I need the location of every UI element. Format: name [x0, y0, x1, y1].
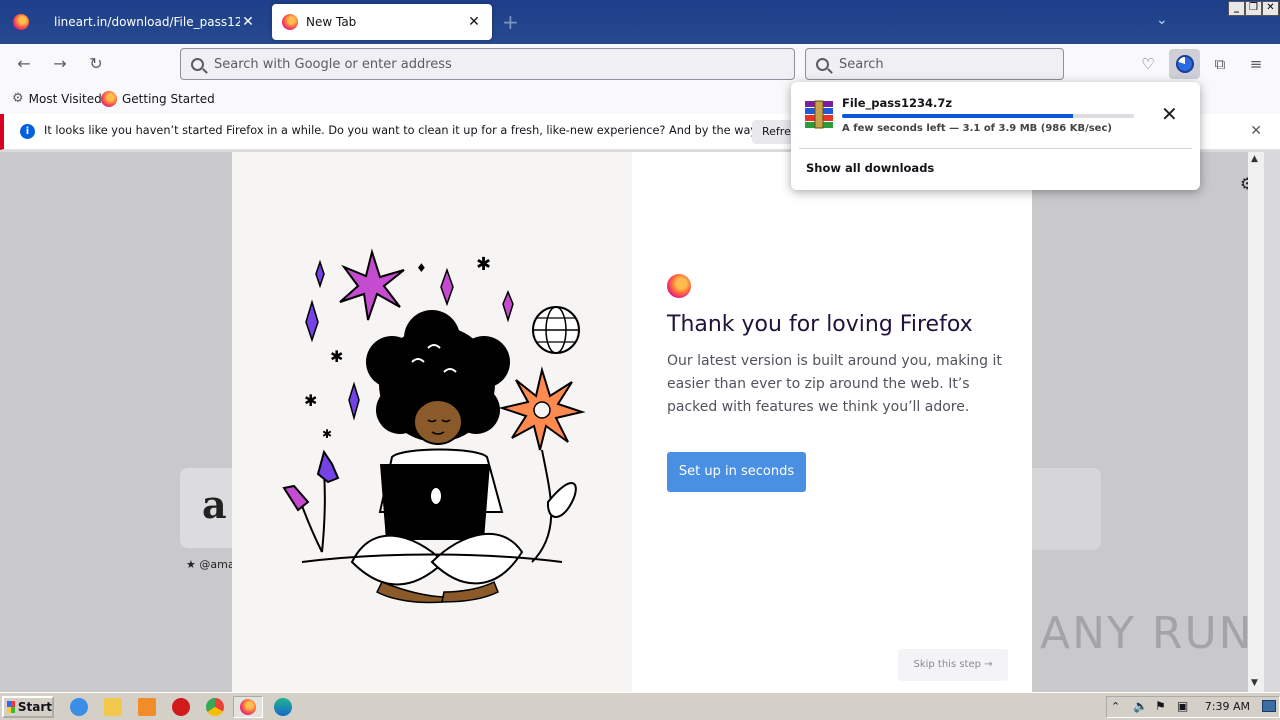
- edge-icon[interactable]: [274, 698, 292, 716]
- ie-icon[interactable]: [70, 698, 88, 716]
- show-desktop-icon[interactable]: [1262, 700, 1276, 712]
- tab-strip: lineart.in/download/File_pass1234.7z ✕ N…: [0, 0, 1280, 44]
- chrome-icon[interactable]: [206, 698, 224, 716]
- downloads-button[interactable]: [1169, 49, 1200, 79]
- show-all-downloads-button[interactable]: Show all downloads: [806, 161, 934, 175]
- download-status: A few seconds left — 3.1 of 3.9 MB (986 …: [842, 123, 1112, 134]
- reload-button[interactable]: ↻: [82, 52, 110, 76]
- modal-content: Thank you for loving Firefox Our latest …: [632, 152, 1032, 692]
- tab-download[interactable]: lineart.in/download/File_pass1234.7z ✕: [44, 4, 266, 40]
- start-label: Start: [17, 700, 52, 714]
- flag-icon[interactable]: ⚑: [1155, 699, 1166, 713]
- illustration: ✱ ✱ ✱ ✱ ♦: [232, 152, 632, 692]
- firefox-icon: [13, 14, 29, 30]
- amazon-icon: a: [202, 482, 227, 527]
- minimize-button[interactable]: _: [1228, 1, 1245, 16]
- divider: [799, 148, 1192, 149]
- topsite-tile[interactable]: a: [180, 468, 240, 548]
- tab-title: lineart.in/download/File_pass1234.7z: [54, 15, 240, 29]
- tray-expand-icon[interactable]: ⌃: [1111, 700, 1120, 713]
- download-progress-bar: [842, 114, 1134, 118]
- new-tab-button[interactable]: +: [502, 10, 519, 34]
- close-icon[interactable]: ✕: [1250, 123, 1262, 139]
- chevron-down-icon[interactable]: ⌄: [1156, 12, 1168, 28]
- extensions-icon[interactable]: ⧉: [1206, 50, 1234, 78]
- system-tray: ⌃ 🔈 ⚑ ▣: [1106, 696, 1280, 718]
- set-up-button[interactable]: Set up in seconds: [667, 452, 806, 492]
- download-progress-fill: [842, 114, 1073, 118]
- firefox-view-button[interactable]: [0, 0, 42, 44]
- firefox-icon: [282, 14, 298, 30]
- gear-icon: ⚙: [12, 91, 24, 106]
- pocket-icon[interactable]: ♡: [1134, 50, 1162, 78]
- svg-text:✱: ✱: [476, 254, 491, 275]
- windows-flag-icon: [7, 701, 15, 713]
- tab-new-tab[interactable]: New Tab ✕: [272, 4, 492, 40]
- network-icon[interactable]: ▣: [1177, 699, 1188, 713]
- onboarding-modal: ✱ ✱ ✱ ✱ ♦ Thank you for loving Firefox O…: [232, 152, 1032, 692]
- svg-text:♦: ♦: [416, 261, 427, 275]
- bookmark-getting-started[interactable]: Getting Started: [101, 91, 215, 107]
- bookmark-label: Getting Started: [122, 92, 215, 106]
- volume-icon[interactable]: 🔈: [1133, 699, 1148, 713]
- clock: 7:39 AM: [1204, 700, 1250, 713]
- start-button[interactable]: Start: [2, 696, 54, 718]
- close-icon[interactable]: ✕: [240, 14, 256, 30]
- svg-text:✱: ✱: [322, 427, 332, 441]
- back-button[interactable]: ←: [10, 52, 38, 76]
- download-filename[interactable]: File_pass1234.7z: [842, 96, 952, 110]
- bookmark-most-visited[interactable]: ⚙ Most Visited: [12, 91, 102, 106]
- firefox-taskbar-button[interactable]: [233, 696, 263, 718]
- url-bar[interactable]: Search with Google or enter address: [180, 48, 795, 80]
- navigation-toolbar: ← → ↻ Search with Google or enter addres…: [0, 44, 1280, 84]
- search-input[interactable]: Search: [839, 57, 884, 72]
- cancel-download-button[interactable]: ✕: [1161, 102, 1178, 126]
- notification-text: It looks like you haven’t started Firefo…: [44, 124, 850, 137]
- anyrun-watermark: ANY RUN: [1040, 608, 1254, 659]
- scroll-down-icon[interactable]: ▼: [1251, 678, 1258, 688]
- tab-title: New Tab: [306, 15, 357, 29]
- search-icon: [191, 57, 204, 71]
- bookmark-label: Most Visited: [28, 91, 102, 106]
- opera-icon[interactable]: [172, 698, 190, 716]
- person-with-laptop-illustration: ✱ ✱ ✱ ✱ ♦: [282, 248, 586, 604]
- menu-icon[interactable]: ≡: [1242, 50, 1270, 78]
- scroll-up-icon[interactable]: ▲: [1251, 154, 1258, 164]
- search-icon: [816, 57, 829, 71]
- firefox-icon: [101, 91, 117, 107]
- taskbar: Start ⌃ 🔈 ⚑ ▣ 7:39 AM: [0, 692, 1280, 720]
- firefox-icon: [240, 699, 256, 715]
- downloads-panel: File_pass1234.7z A few seconds left — 3.…: [791, 82, 1200, 190]
- url-input[interactable]: Search with Google or enter address: [214, 57, 452, 72]
- window-close-button[interactable]: ✕: [1262, 1, 1279, 16]
- search-bar[interactable]: Search: [805, 48, 1064, 80]
- close-icon[interactable]: ✕: [466, 14, 482, 30]
- modal-text: Our latest version is built around you, …: [667, 353, 1002, 415]
- download-progress-icon: [1175, 54, 1194, 73]
- forward-button[interactable]: →: [46, 52, 74, 76]
- info-icon: i: [20, 124, 35, 139]
- svg-text:✱: ✱: [304, 391, 317, 410]
- restore-button[interactable]: ❐: [1245, 1, 1262, 16]
- svg-text:✱: ✱: [330, 347, 343, 366]
- media-icon[interactable]: [138, 698, 156, 716]
- topsite-tile[interactable]: [1032, 468, 1101, 550]
- skip-step-button[interactable]: Skip this step →: [898, 649, 1008, 681]
- firefox-icon: [667, 274, 691, 298]
- explorer-icon[interactable]: [104, 698, 122, 716]
- archive-file-icon: [805, 100, 833, 129]
- modal-title: Thank you for loving Firefox: [667, 312, 973, 337]
